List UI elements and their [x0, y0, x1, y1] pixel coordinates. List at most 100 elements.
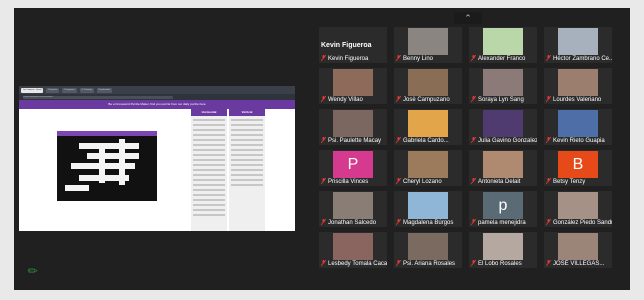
muted-mic-icon: [546, 260, 552, 267]
browser-tab[interactable]: Proyectos: [46, 87, 60, 93]
participant-tile[interactable]: Benny Lino: [394, 27, 462, 63]
participant-tile[interactable]: p pamela menejidra: [469, 191, 537, 227]
participant-video: [483, 233, 523, 260]
participant-video: [333, 192, 373, 219]
participant-name: Betsy Tenzy: [546, 178, 612, 185]
participant-tile[interactable]: Héctor Zambrano Ce...: [544, 27, 612, 63]
participant-name: Jonathan Salcedo: [321, 219, 387, 226]
participant-name: Psi. Ariana Rosales: [396, 260, 462, 267]
muted-mic-icon: [546, 219, 552, 226]
annotate-pencil-icon[interactable]: ✎: [25, 262, 42, 279]
participant-name: Gabriela Cardo...: [396, 137, 462, 144]
participant-name: pamela menejidra: [471, 219, 537, 226]
down-clues-panel: Vertical: [229, 109, 265, 231]
participant-video: [483, 110, 523, 137]
muted-mic-icon: [321, 55, 327, 62]
speaker-name-label: Kevin Figueroa: [321, 42, 372, 49]
muted-mic-icon: [396, 260, 402, 267]
participant-video: [483, 69, 523, 96]
grid-word-cells: [79, 143, 139, 149]
muted-mic-icon: [471, 178, 477, 185]
participant-name-text: Antonieta Delait: [478, 179, 521, 185]
muted-mic-icon: [396, 137, 402, 144]
participant-name-text: Kevin Rieto Guapia: [553, 138, 605, 144]
chevron-up-icon[interactable]: ⌃: [454, 12, 482, 24]
participant-tile[interactable]: Julia Gavino Gonzalez: [469, 109, 537, 145]
participant-video: [408, 151, 448, 178]
participant-name-text: Alexander Franco: [478, 56, 526, 62]
participant-name: Josè Campuzano: [396, 96, 462, 103]
participant-video: [333, 110, 373, 137]
participant-name: Lourdes Valeriano: [546, 96, 612, 103]
participant-video: [558, 192, 598, 219]
participant-tile[interactable]: P Priscilla Vinces: [319, 150, 387, 186]
participant-tile[interactable]: B Betsy Tenzy: [544, 150, 612, 186]
participant-initial: p: [498, 197, 508, 214]
participant-name-text: Josè Campuzano: [403, 97, 450, 103]
muted-mic-icon: [321, 219, 327, 226]
participant-name: Lesbedy Tomala Cacao: [321, 260, 387, 267]
participant-video: [408, 69, 448, 96]
grid-word-cells: [87, 153, 139, 159]
participant-tile[interactable]: Gabriela Cardo...: [394, 109, 462, 145]
muted-mic-icon: [471, 137, 477, 144]
participant-tile[interactable]: El Lobo Rosales: [469, 232, 537, 268]
muted-mic-icon: [471, 260, 477, 267]
muted-mic-icon: [471, 219, 477, 226]
participant-tile[interactable]: Psi. Ariana Rosales: [394, 232, 462, 268]
across-clues-panel: Horizontal: [191, 109, 227, 231]
across-clues-title: Horizontal: [191, 109, 227, 116]
participant-initial: P: [347, 156, 359, 173]
participant-tile[interactable]: Cheryl Lozano: [394, 150, 462, 186]
participant-name: Soraya Lyn Sang: [471, 96, 537, 103]
participant-tile[interactable]: Lourdes Valeriano: [544, 68, 612, 104]
participant-name: Cheryl Lozano: [396, 178, 462, 185]
participant-name-text: pamela menejidra: [478, 220, 526, 226]
participant-tile[interactable]: Kevin Rieto Guapia: [544, 109, 612, 145]
participant-video: [558, 110, 598, 137]
participant-tile[interactable]: Alexander Franco: [469, 27, 537, 63]
browser-tab[interactable]: Crucigrama: [62, 87, 77, 93]
participant-tile[interactable]: Josè Campuzano: [394, 68, 462, 104]
participant-tile[interactable]: Psi. Paulette Macay: [319, 109, 387, 145]
participant-name-text: Jonathan Salcedo: [328, 220, 377, 226]
participant-tile[interactable]: Soraya Lyn Sang: [469, 68, 537, 104]
page-banner: Be a Crossword Puzzle Maker, find you pu…: [19, 100, 295, 109]
muted-mic-icon: [321, 96, 327, 103]
grid-word-cells: [65, 185, 89, 191]
participant-tile[interactable]: JOSÉ VILLEGAS...: [544, 232, 612, 268]
participant-video: [483, 151, 523, 178]
participant-name-text: Betsy Tenzy: [553, 179, 586, 185]
participant-name-text: El Lobo Rosales: [478, 261, 522, 267]
participant-tile[interactable]: González Piedo Sandr...: [544, 191, 612, 227]
participant-name: Psi. Paulette Macay: [321, 137, 387, 144]
participant-name-text: Magdalena Búrgos: [403, 220, 454, 226]
shared-screen: Los Lumpias - Gmail Proyectos Crucigrama…: [19, 86, 295, 231]
participant-tile[interactable]: Lesbedy Tomala Cacao: [319, 232, 387, 268]
down-clues-title: Vertical: [229, 109, 265, 116]
participant-video: [408, 28, 448, 55]
browser-tab[interactable]: Los Lumpias - Gmail: [21, 87, 44, 93]
participant-tile[interactable]: Jonathan Salcedo: [319, 191, 387, 227]
muted-mic-icon: [546, 96, 552, 103]
browser-tab[interactable]: G. Drawing: [79, 87, 94, 93]
muted-mic-icon: [396, 55, 402, 62]
crossword-page: Horizontal Vertical: [19, 109, 295, 231]
participant-video: [408, 233, 448, 260]
meeting-window: ⌃ Los Lumpias - Gmail Proyectos Crucigra…: [14, 8, 630, 290]
participant-name: Wendy Villao: [321, 96, 387, 103]
participant-name: Kevin Figueroa: [321, 55, 387, 62]
participant-name: Benny Lino: [396, 55, 462, 62]
muted-mic-icon: [396, 96, 402, 103]
address-bar[interactable]: puzzle-crossword.com/crossword: [23, 95, 173, 99]
muted-mic-icon: [321, 137, 327, 144]
muted-mic-icon: [546, 55, 552, 62]
browser-tab[interactable]: Puzzlemaker: [96, 87, 113, 93]
participant-tile[interactable]: Antonieta Delait: [469, 150, 537, 186]
participant-name-text: Julia Gavino Gonzalez: [478, 138, 537, 144]
crossword-grid[interactable]: [57, 131, 157, 201]
participant-initial: B: [572, 156, 584, 173]
participant-tile[interactable]: Wendy Villao: [319, 68, 387, 104]
participant-tile[interactable]: Magdalena Búrgos: [394, 191, 462, 227]
participant-name-text: González Piedo Sandr...: [553, 220, 612, 226]
